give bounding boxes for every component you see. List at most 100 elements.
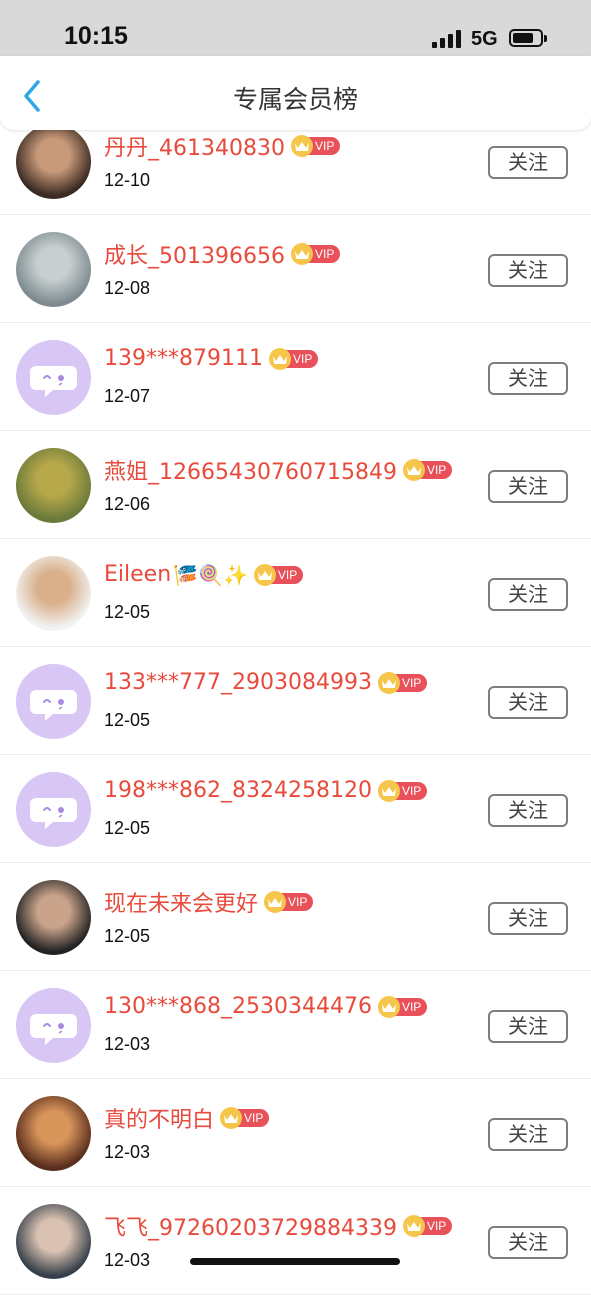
avatar[interactable] [16, 880, 91, 955]
member-name-line: 现在未来会更好 VIP [104, 886, 314, 918]
member-name-line: 139***879111 VIP [104, 346, 319, 371]
follow-button[interactable]: 关注 [488, 794, 568, 827]
follow-button[interactable]: 关注 [488, 686, 568, 719]
vip-badge: VIP [377, 671, 428, 694]
avatar[interactable] [16, 988, 91, 1063]
member-date: 12-07 [104, 386, 151, 406]
chat-bubble-icon [30, 366, 77, 397]
follow-button[interactable]: 关注 [488, 578, 568, 611]
member-name[interactable]: 燕姐_12665430760715849 [104, 454, 397, 486]
vip-badge: VIP [264, 891, 314, 913]
member-name[interactable]: 133***777_2903084993 [104, 670, 372, 695]
member-date: 12-03 [104, 1034, 151, 1054]
vip-badge: VIP [220, 1107, 270, 1129]
member-date: 12-03 [104, 1250, 151, 1270]
crown-icon [402, 1215, 425, 1237]
member-name-line: 燕姐_12665430760715849 VIP [104, 454, 453, 486]
avatar[interactable] [16, 1204, 91, 1279]
list-item[interactable]: 130***868_2530344476 VIP 12-03 关注 [0, 972, 591, 1079]
crown-icon [253, 563, 276, 586]
vip-badge: VIP [377, 995, 428, 1018]
follow-button[interactable]: 关注 [488, 362, 568, 395]
crown-icon [377, 995, 400, 1018]
follow-button[interactable]: 关注 [488, 146, 568, 179]
crown-icon [268, 347, 291, 370]
page-title: 专属会员榜 [232, 85, 358, 114]
avatar[interactable] [16, 664, 91, 739]
list-item[interactable]: 燕姐_12665430760715849 VIP 12-06 关注 [0, 432, 591, 539]
avatar[interactable] [16, 772, 91, 847]
crown-icon [264, 891, 287, 913]
follow-button[interactable]: 关注 [488, 1226, 568, 1259]
member-name-line: 130***868_2530344476 VIP [104, 994, 428, 1019]
member-name-line: 丹丹_461340830 VIP [104, 130, 341, 162]
avatar[interactable] [16, 340, 91, 415]
member-name[interactable]: 成长_501396656 [104, 238, 285, 270]
member-name-line: 飞飞_97260203729884339 VIP [104, 1210, 453, 1242]
chat-bubble-icon [30, 798, 77, 829]
follow-button[interactable]: 关注 [488, 1118, 568, 1151]
avatar[interactable] [16, 448, 91, 523]
status-bar: 10:15 5G [0, 0, 591, 56]
crown-icon [377, 671, 400, 694]
vip-badge: VIP [402, 459, 453, 481]
member-date: 12-05 [104, 710, 151, 730]
member-date: 12-08 [104, 278, 151, 298]
crown-icon [377, 779, 400, 802]
crown-icon [290, 135, 313, 157]
vip-badge: VIP [268, 347, 319, 370]
nav-bar: 专属会员榜 [0, 56, 591, 130]
member-date: 12-05 [104, 602, 151, 622]
follow-button[interactable]: 关注 [488, 254, 568, 287]
follow-button[interactable]: 关注 [488, 1010, 568, 1043]
list-item[interactable]: 133***777_2903084993 VIP 12-05 关注 [0, 648, 591, 755]
member-name-line: Eileen 🎏🍭✨ VIP [104, 562, 304, 587]
chat-bubble-icon [30, 1014, 77, 1045]
member-date: 12-03 [104, 1142, 151, 1162]
list-item[interactable]: 198***862_8324258120 VIP 12-05 关注 [0, 756, 591, 863]
vip-badge: VIP [402, 1215, 453, 1237]
avatar[interactable] [16, 232, 91, 307]
member-date: 12-06 [104, 494, 151, 514]
vip-badge: VIP [290, 243, 341, 265]
member-date: 12-10 [104, 170, 151, 190]
list-item[interactable]: 飞飞_97260203729884339 VIP 12-03 关注 [0, 1188, 591, 1295]
follow-button[interactable]: 关注 [488, 902, 568, 935]
member-name[interactable]: 真的不明白 [104, 1102, 214, 1134]
battery-icon [509, 29, 547, 47]
home-indicator [190, 1258, 400, 1265]
vip-badge: VIP [290, 135, 341, 157]
list-item[interactable]: 现在未来会更好 VIP 12-05 关注 [0, 864, 591, 971]
follow-button[interactable]: 关注 [488, 470, 568, 503]
vip-badge: VIP [377, 779, 428, 802]
avatar[interactable] [16, 556, 91, 631]
member-name[interactable]: 130***868_2530344476 [104, 994, 372, 1019]
network-type: 5G [471, 28, 498, 50]
member-name[interactable]: 飞飞_97260203729884339 [104, 1210, 397, 1242]
avatar[interactable] [16, 1096, 91, 1171]
crown-icon [290, 243, 313, 265]
member-name[interactable]: 现在未来会更好 [104, 886, 258, 918]
list-item[interactable]: 成长_501396656 VIP 12-08 关注 [0, 216, 591, 323]
member-name-line: 成长_501396656 VIP [104, 238, 341, 270]
list-item[interactable]: Eileen 🎏🍭✨ VIP 12-05 关注 [0, 540, 591, 647]
member-name-emoji: 🎏🍭✨ [173, 562, 248, 587]
status-time: 10:15 [64, 22, 128, 50]
member-name[interactable]: 丹丹_461340830 [104, 130, 285, 162]
member-name-line: 133***777_2903084993 VIP [104, 670, 428, 695]
member-name[interactable]: Eileen [104, 562, 171, 587]
member-name[interactable]: 139***879111 [104, 346, 263, 371]
list-item[interactable]: 139***879111 VIP 12-07 关注 [0, 324, 591, 431]
signal-icon [432, 30, 462, 48]
crown-icon [402, 459, 425, 481]
member-name[interactable]: 198***862_8324258120 [104, 778, 372, 803]
vip-badge: VIP [253, 563, 304, 586]
member-name-line: 真的不明白 VIP [104, 1102, 270, 1134]
member-date: 12-05 [104, 926, 151, 946]
crown-icon [220, 1107, 243, 1129]
avatar[interactable] [16, 124, 91, 199]
list-item[interactable]: 真的不明白 VIP 12-03 关注 [0, 1080, 591, 1187]
member-name-line: 198***862_8324258120 VIP [104, 778, 428, 803]
member-date: 12-05 [104, 818, 151, 838]
chat-bubble-icon [30, 690, 77, 721]
